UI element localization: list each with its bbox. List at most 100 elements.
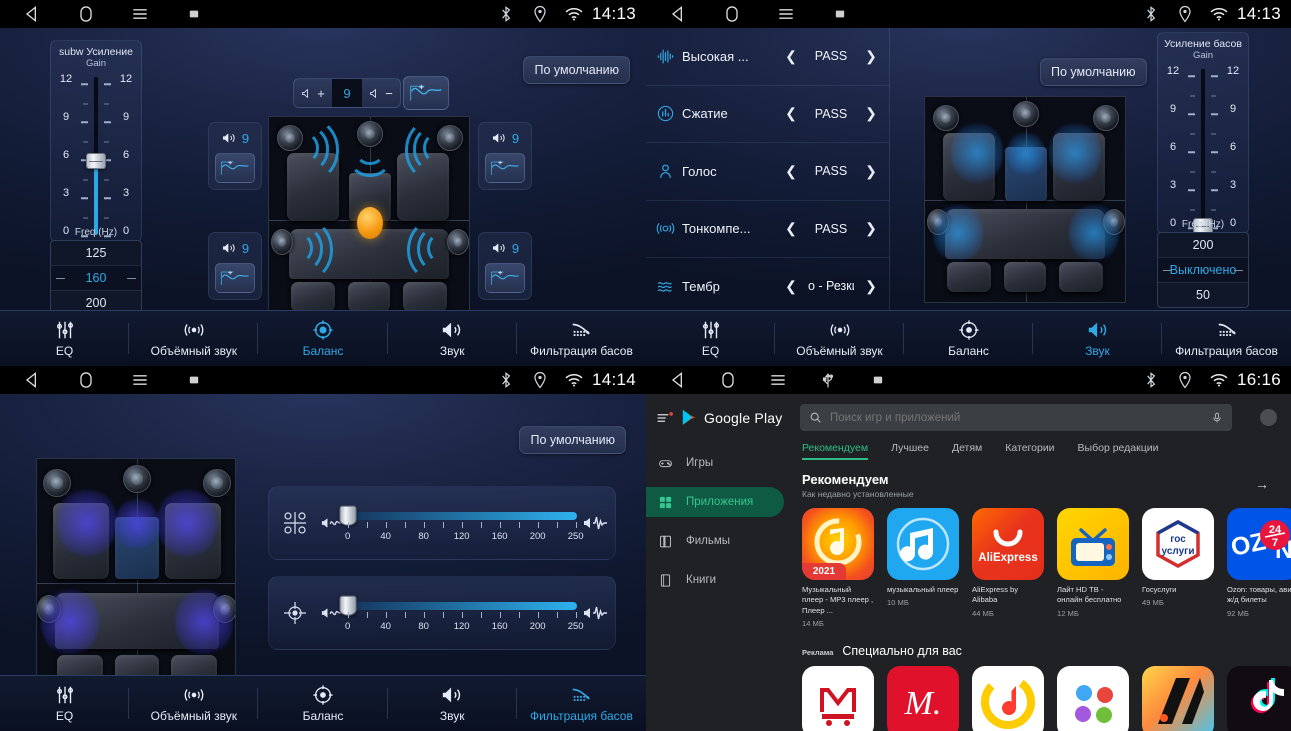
prev-arrow-icon[interactable]: ❮ bbox=[781, 220, 801, 237]
default-button-balance[interactable]: По умолчанию bbox=[523, 56, 630, 84]
speaker-control-front-right[interactable]: 9 bbox=[478, 122, 532, 190]
prev-arrow-icon[interactable]: ❮ bbox=[781, 163, 801, 180]
tab-surround[interactable]: Объёмный звук bbox=[775, 311, 904, 366]
tab-bass-filter[interactable]: Фильтрация басов bbox=[517, 311, 646, 366]
tab-kids[interactable]: Детям bbox=[952, 442, 982, 460]
list-item[interactable]: Тембр ❮ о - Резкий спа ❯ bbox=[646, 258, 889, 316]
screenshot-icon[interactable] bbox=[868, 370, 888, 390]
screenshot-icon[interactable] bbox=[830, 4, 850, 24]
next-arrow-icon[interactable]: ❯ bbox=[861, 163, 881, 180]
back-icon[interactable] bbox=[668, 370, 688, 390]
tabbar-sound[interactable]: EQ Объёмный звук Баланс Звук Фильтрация … bbox=[646, 310, 1291, 366]
tabbar-balance[interactable]: EQ Объёмный звук Баланс Звук Фильтрация … bbox=[0, 310, 646, 366]
sidebar-item-apps[interactable]: Приложения bbox=[646, 487, 784, 517]
next-arrow-icon[interactable]: ❯ bbox=[861, 220, 881, 237]
freq-option[interactable]: 125 bbox=[51, 241, 141, 265]
avatar[interactable] bbox=[1260, 409, 1277, 426]
menu-icon[interactable] bbox=[768, 370, 788, 390]
next-arrow-icon[interactable]: ❯ bbox=[861, 48, 881, 65]
prev-arrow-icon[interactable]: ❮ bbox=[781, 48, 801, 65]
play-brand[interactable]: Google Play bbox=[646, 402, 794, 439]
volume-stepper[interactable]: + 9 − bbox=[293, 78, 401, 108]
gain-knob[interactable] bbox=[86, 153, 106, 169]
bass-filter-row-front[interactable]: 0 40 80 120 160 200 250 bbox=[268, 486, 616, 560]
back-icon[interactable] bbox=[22, 4, 42, 24]
tab-surround[interactable]: Объёмный звук bbox=[129, 676, 259, 731]
speaker-control-rear-right[interactable]: 9 bbox=[478, 232, 532, 300]
tab-eq[interactable]: EQ bbox=[0, 676, 130, 731]
search-input[interactable] bbox=[830, 411, 1203, 424]
prev-arrow-icon[interactable]: ❮ bbox=[781, 278, 801, 295]
freq-selector[interactable]: 125 160 200 bbox=[50, 240, 142, 316]
list-item[interactable]: Голос ❮ PASS ❯ bbox=[646, 143, 889, 201]
tab-categories[interactable]: Категории bbox=[1005, 442, 1054, 460]
tab-sound[interactable]: Звук bbox=[388, 311, 518, 366]
search-bar[interactable] bbox=[800, 404, 1232, 431]
sidebar-item-books[interactable]: Книги bbox=[646, 565, 784, 595]
car-cabin-view[interactable] bbox=[924, 96, 1126, 303]
freq-selector[interactable]: 200 Выключено 50 bbox=[1157, 232, 1249, 308]
curve-button[interactable] bbox=[215, 263, 255, 293]
default-button-bass[interactable]: По умолчанию bbox=[519, 426, 626, 454]
back-icon[interactable] bbox=[22, 370, 42, 390]
curve-button[interactable] bbox=[485, 153, 525, 183]
balance-position-marker[interactable] bbox=[357, 207, 383, 239]
tab-editors-choice[interactable]: Выбор редакции bbox=[1078, 442, 1159, 460]
tab-balance[interactable]: Баланс bbox=[904, 311, 1033, 366]
car-cabin-view[interactable] bbox=[36, 458, 236, 708]
screenshot-icon[interactable] bbox=[184, 370, 204, 390]
app-card[interactable]: AliExpress AliExpress by Alibaba 44 МБ bbox=[972, 508, 1044, 628]
volume-decrease-button[interactable]: − bbox=[362, 79, 400, 107]
tab-bass-filter[interactable]: Фильтрация басов bbox=[1162, 311, 1291, 366]
bass-filter-slider-front[interactable]: 0 40 80 120 160 200 250 bbox=[339, 505, 584, 542]
app-card[interactable]: 2021 Музыкальный плеер - MP3 плеер , Пле… bbox=[802, 508, 874, 628]
list-item[interactable]: Тонкомпе... ❮ PASS ❯ bbox=[646, 201, 889, 258]
gain-slider[interactable]: 12 12 99 66 33 00 bbox=[1164, 63, 1242, 234]
home-icon[interactable] bbox=[76, 370, 96, 390]
curve-button[interactable] bbox=[485, 263, 525, 293]
home-icon[interactable] bbox=[722, 4, 742, 24]
tabbar-bass[interactable]: EQ Объёмный звук Баланс Звук Фильтрация … bbox=[0, 675, 646, 731]
freq-option-selected[interactable]: Выключено bbox=[1158, 257, 1248, 282]
master-curve-button[interactable] bbox=[403, 76, 449, 110]
app-card[interactable] bbox=[1057, 665, 1129, 731]
tab-balance[interactable]: Баланс bbox=[258, 676, 388, 731]
tab-sound[interactable]: Звук bbox=[1033, 311, 1162, 366]
car-cabin-view[interactable] bbox=[268, 116, 470, 323]
freq-option-selected[interactable]: 160 bbox=[51, 265, 141, 290]
screenshot-icon[interactable] bbox=[184, 4, 204, 24]
microphone-icon[interactable] bbox=[1211, 412, 1223, 424]
app-card[interactable] bbox=[972, 665, 1044, 731]
freq-option[interactable]: 50 bbox=[1158, 282, 1248, 307]
next-arrow-icon[interactable]: ❯ bbox=[861, 105, 881, 122]
sidebar-item-games[interactable]: Игры bbox=[646, 448, 784, 478]
prev-arrow-icon[interactable]: ❮ bbox=[781, 105, 801, 122]
next-arrow-icon[interactable]: ❯ bbox=[861, 278, 881, 295]
tab-eq[interactable]: EQ bbox=[0, 311, 130, 366]
tab-top[interactable]: Лучшее bbox=[891, 442, 929, 460]
speaker-control-front-left[interactable]: 9 bbox=[208, 122, 262, 190]
back-icon[interactable] bbox=[668, 4, 688, 24]
home-icon[interactable] bbox=[76, 4, 96, 24]
tab-sound[interactable]: Звук bbox=[388, 676, 518, 731]
app-card[interactable]: гос услуги Госуслуги 49 МБ bbox=[1142, 508, 1214, 628]
app-card[interactable]: Лайт HD ТВ - онлайн бесплатно 12 МБ bbox=[1057, 508, 1129, 628]
play-tabs[interactable]: Рекомендуем Лучшее Детям Категории Выбор… bbox=[794, 431, 1291, 460]
volume-increase-button[interactable]: + bbox=[294, 79, 332, 107]
curve-button[interactable] bbox=[215, 153, 255, 183]
tab-balance[interactable]: Баланс bbox=[258, 311, 388, 366]
gain-slider[interactable]: 12 12 99 66 33 00 bbox=[57, 71, 135, 241]
sidebar-item-movies[interactable]: Фильмы bbox=[646, 526, 784, 556]
list-item[interactable]: Высокая ... ❮ PASS ❯ bbox=[646, 28, 889, 86]
freq-option[interactable]: 200 bbox=[1158, 233, 1248, 257]
app-card[interactable] bbox=[1142, 665, 1214, 731]
bass-filter-row-sub[interactable]: 0 40 80 120 160 200 250 bbox=[268, 576, 616, 650]
app-card[interactable]: OZ N 24 7 Ozon: товары, авиа, ж/д билеты 92… bbox=[1227, 508, 1291, 628]
menu-icon[interactable] bbox=[130, 4, 150, 24]
default-button-sound[interactable]: По умолчанию bbox=[1040, 58, 1147, 86]
app-card[interactable]: музыкальный плеер 10 МБ bbox=[887, 508, 959, 628]
home-icon[interactable] bbox=[718, 370, 738, 390]
menu-icon[interactable] bbox=[776, 4, 796, 24]
tab-bass-filter[interactable]: Фильтрация басов bbox=[517, 676, 646, 731]
list-item[interactable]: Сжатие ❮ PASS ❯ bbox=[646, 86, 889, 143]
